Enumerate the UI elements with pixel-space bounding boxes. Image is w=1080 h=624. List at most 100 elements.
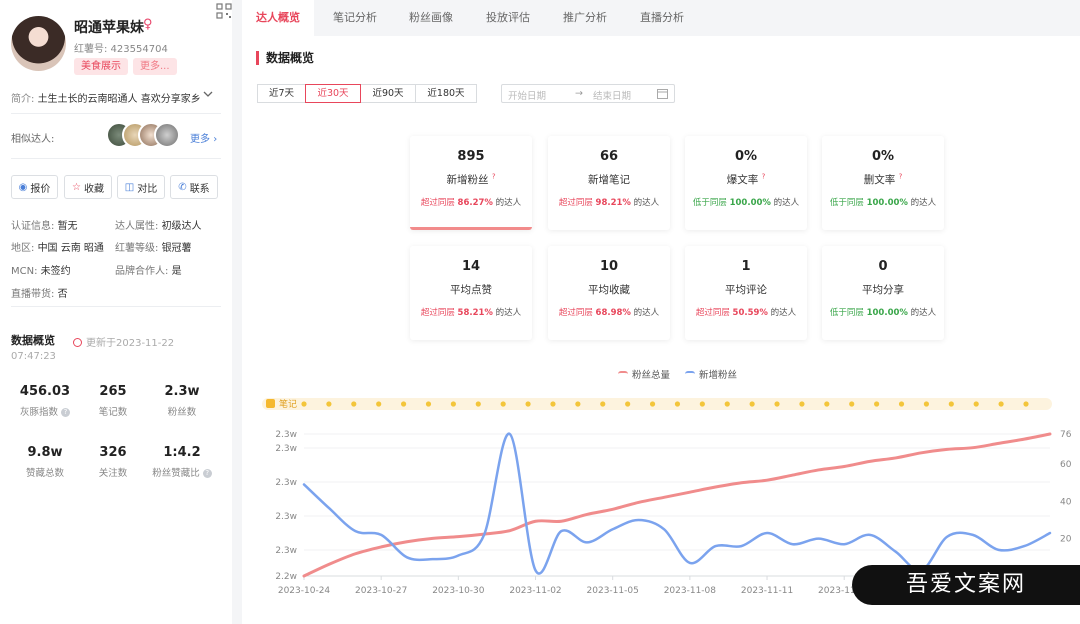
avatar[interactable] bbox=[11, 16, 66, 71]
contact-label: 联系 bbox=[189, 183, 210, 195]
redbook-id: 红薯号: 423554704 bbox=[74, 44, 168, 55]
stat-ratio: 1:4.2 粉丝赞藏比 ? bbox=[147, 445, 217, 479]
help-icon[interactable]: ? bbox=[762, 173, 766, 181]
qr-code-icon[interactable] bbox=[216, 3, 232, 19]
compare-button[interactable]: ◫ 对比 bbox=[117, 175, 165, 199]
metric-card[interactable]: 0% 删文率 ? 低于同层 100.00% 的达人 bbox=[822, 136, 944, 230]
tab-overview[interactable]: 达人概览 bbox=[242, 0, 314, 36]
metric-card[interactable]: 1 平均评论 超过同层 50.59% 的达人 bbox=[685, 246, 807, 340]
help-icon[interactable]: ? bbox=[202, 469, 212, 478]
metric-value: 0% bbox=[734, 149, 758, 164]
female-icon: ♀ bbox=[143, 17, 153, 32]
arrow-icon: → bbox=[575, 88, 583, 99]
y-right-tick: 40 bbox=[1060, 497, 1072, 507]
more-tags-button[interactable]: 更多... bbox=[133, 58, 177, 75]
date-range-picker[interactable]: 开始日期 → 结束日期 bbox=[501, 84, 675, 103]
metric-label: 新增笔记 bbox=[588, 174, 630, 186]
note-marker bbox=[575, 401, 581, 407]
range-90d[interactable]: 近90天 bbox=[360, 84, 416, 103]
divider bbox=[11, 158, 221, 159]
x-tick-label: 2023-11-02 bbox=[509, 586, 561, 596]
metric-value: 895 bbox=[457, 149, 485, 164]
note-marker bbox=[699, 401, 705, 407]
y-right-tick: 60 bbox=[1060, 460, 1072, 470]
note-marker bbox=[849, 401, 855, 407]
legend-line-red bbox=[618, 371, 628, 377]
end-date-input[interactable]: 结束日期 bbox=[593, 88, 631, 102]
note-marker bbox=[600, 401, 606, 407]
note-marker bbox=[525, 401, 531, 407]
help-icon[interactable]: ? bbox=[492, 173, 496, 181]
stat-notes: 265 笔记数 bbox=[98, 384, 128, 418]
star-icon: ☆ bbox=[72, 181, 81, 193]
note-marker bbox=[351, 401, 357, 407]
range-7d[interactable]: 近7天 bbox=[257, 84, 306, 103]
tab-live[interactable]: 直播分析 bbox=[626, 0, 698, 36]
start-date-input[interactable]: 开始日期 bbox=[508, 88, 546, 102]
legend-item-new-fans[interactable]: 新增粉丝 bbox=[685, 367, 737, 381]
tab-notes[interactable]: 笔记分析 bbox=[319, 0, 391, 36]
note-marker bbox=[799, 401, 805, 407]
metric-value: 0 bbox=[878, 259, 888, 274]
x-tick-label: 2023-11-11 bbox=[741, 586, 793, 596]
category-tag: 美食展示 bbox=[74, 58, 128, 75]
metric-card[interactable]: 0 平均分享 低于同层 100.00% 的达人 bbox=[822, 246, 944, 340]
watermark: 吾爱文案网 bbox=[852, 565, 1080, 605]
metric-label: 爆文率 ? bbox=[726, 172, 766, 187]
divider bbox=[11, 113, 221, 114]
metric-card[interactable]: 895 新增粉丝 ? 超过同层 86.27% 的达人 bbox=[410, 136, 532, 230]
tab-fans[interactable]: 粉丝画像 bbox=[395, 0, 467, 36]
y-left-tick: 2.3w bbox=[275, 430, 297, 440]
section-title: 数据概览 bbox=[256, 51, 314, 65]
metric-label: 平均点赞 bbox=[450, 284, 492, 296]
metric-label: 删文率 ? bbox=[863, 172, 903, 187]
note-marker bbox=[674, 401, 681, 407]
legend-item-total-fans[interactable]: 粉丝总量 bbox=[618, 367, 670, 381]
quote-button[interactable]: ◉ 报价 bbox=[11, 175, 58, 199]
update-time: 07:47:23 bbox=[11, 351, 56, 362]
contact-button[interactable]: ✆ 联系 bbox=[170, 175, 218, 199]
metric-card[interactable]: 14 平均点赞 超过同层 58.21% 的达人 bbox=[410, 246, 532, 340]
metric-value: 14 bbox=[461, 259, 481, 274]
y-left-tick: 2.3w bbox=[275, 512, 297, 522]
note-marker bbox=[475, 401, 481, 407]
series-line-new-fans bbox=[302, 432, 1052, 575]
favorite-button[interactable]: ☆ 收藏 bbox=[64, 175, 112, 199]
similar-more-label: 更多 bbox=[190, 134, 210, 145]
stat-fans: 2.3w 粉丝数 bbox=[164, 384, 200, 418]
similar-more-link[interactable]: 更多 › bbox=[190, 130, 217, 145]
note-marker bbox=[425, 401, 432, 407]
note-marker bbox=[625, 401, 631, 407]
chevron-down-icon[interactable] bbox=[203, 89, 213, 99]
similar-avatar[interactable] bbox=[154, 122, 180, 148]
chevron-right-icon: › bbox=[213, 134, 218, 145]
tab-promotion[interactable]: 推广分析 bbox=[549, 0, 621, 36]
main-panel: 达人概览 笔记分析 粉丝画像 投放评估 推广分析 直播分析 数据概览 近7天 近… bbox=[242, 0, 1080, 624]
quote-icon: ◉ bbox=[18, 181, 28, 193]
y-left-tick: 2.3w bbox=[275, 478, 297, 488]
note-marker bbox=[550, 401, 556, 407]
region: 地区: 中国 云南 昭通 bbox=[11, 243, 104, 254]
note-marker bbox=[948, 401, 954, 407]
quote-label: 报价 bbox=[30, 183, 51, 195]
range-30d[interactable]: 近30天 bbox=[305, 84, 361, 103]
x-tick-label: 2023-10-30 bbox=[432, 586, 485, 596]
y-right-tick: 76 bbox=[1060, 430, 1072, 440]
metric-card[interactable]: 0% 爆文率 ? 低于同层 100.00% 的达人 bbox=[685, 136, 807, 230]
help-icon[interactable]: ? bbox=[61, 408, 71, 417]
note-marker bbox=[973, 401, 979, 407]
cert-info: 认证信息: 暂无 bbox=[11, 221, 78, 232]
intro-label: 简介: bbox=[11, 94, 38, 105]
compare-icon: ◫ bbox=[124, 181, 135, 193]
metric-card[interactable]: 66 新增笔记 超过同层 98.21% 的达人 bbox=[548, 136, 670, 230]
help-icon[interactable]: ? bbox=[899, 173, 903, 181]
metric-card[interactable]: 10 平均收藏 超过同层 68.98% 的达人 bbox=[548, 246, 670, 340]
range-180d[interactable]: 近180天 bbox=[415, 84, 477, 103]
note-marker bbox=[1023, 401, 1029, 407]
metric-value: 66 bbox=[599, 149, 619, 164]
note-marker bbox=[923, 401, 930, 407]
tab-delivery[interactable]: 投放评估 bbox=[472, 0, 544, 36]
brand-partner: 品牌合作人: 是 bbox=[115, 266, 182, 277]
metric-compare: 超过同层 86.27% 的达人 bbox=[420, 198, 522, 208]
note-marker bbox=[376, 401, 382, 407]
